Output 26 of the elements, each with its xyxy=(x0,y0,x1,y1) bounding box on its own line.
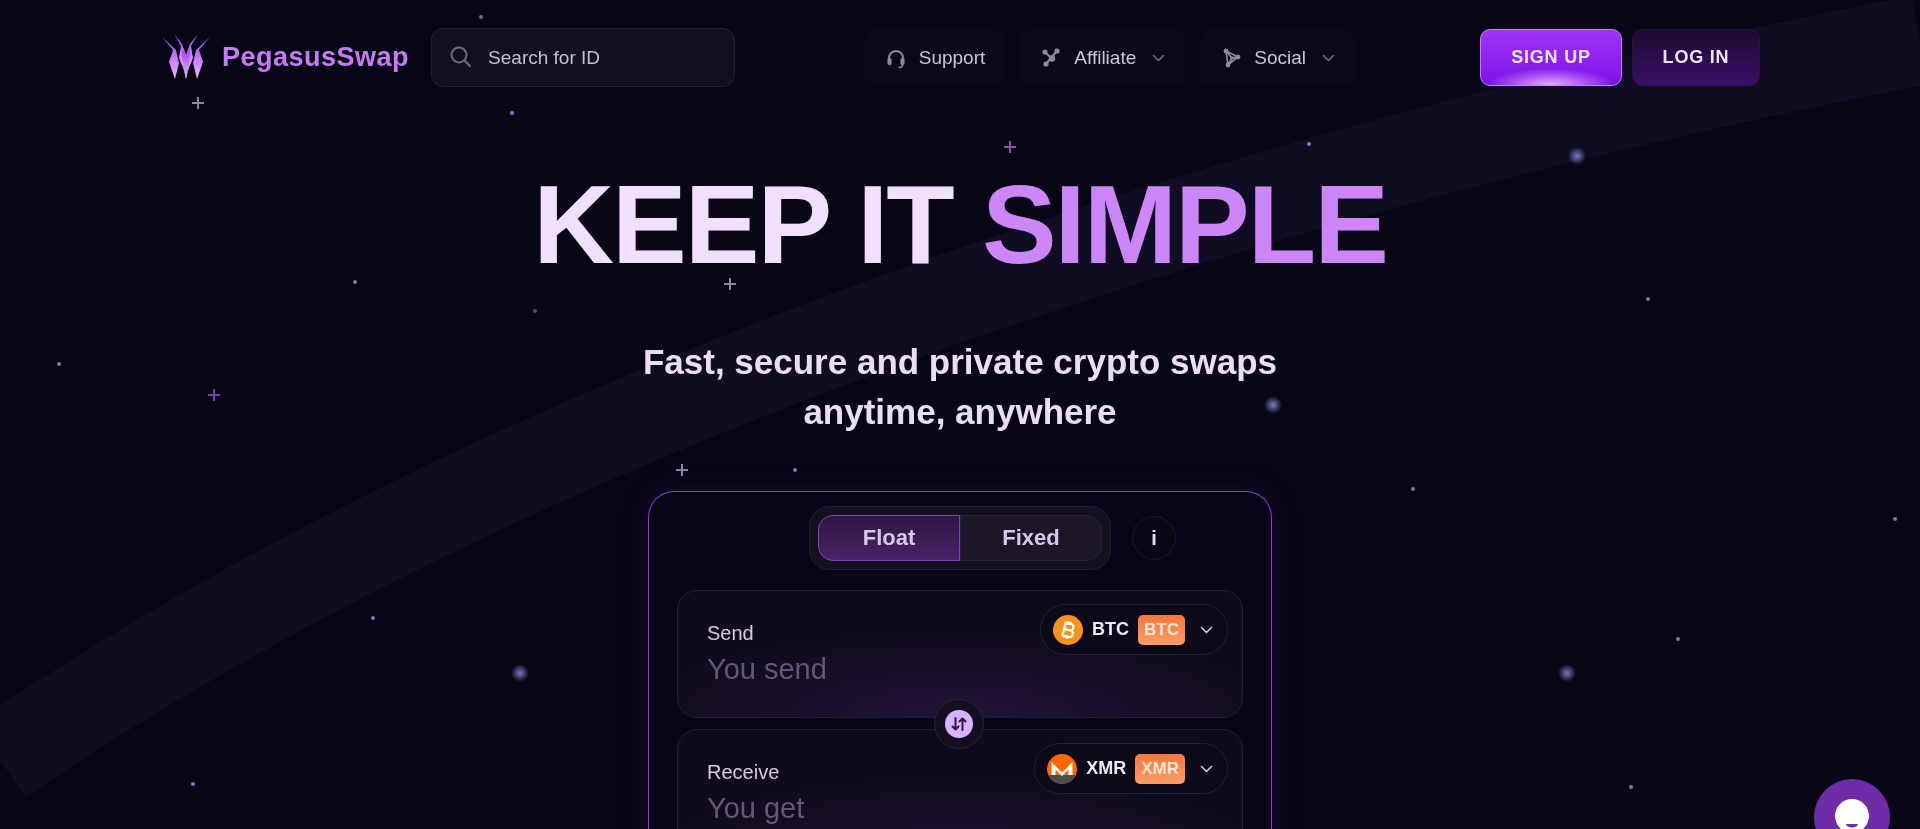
field-label: Send xyxy=(707,621,754,645)
hero-subtitle: Fast, secure and private crypto swaps anytime, anywhere xyxy=(641,341,1279,433)
hero-heading: KEEP IT SIMPLE xyxy=(533,169,1387,281)
sign-up-button[interactable]: SIGN UP xyxy=(1480,29,1622,86)
amount-field[interactable]: You get xyxy=(707,789,1027,827)
info-button[interactable]: i xyxy=(1132,516,1176,560)
field-label: Receive xyxy=(707,760,780,784)
swap-arrows-icon xyxy=(945,710,973,738)
nav-link[interactable]: Support xyxy=(864,29,1006,86)
rate-tab[interactable]: Fixed xyxy=(960,515,1102,561)
search-icon xyxy=(449,45,474,69)
log-in-button[interactable]: LOG IN xyxy=(1632,29,1760,86)
search-field[interactable]: Search for ID xyxy=(431,28,736,87)
amount-field[interactable]: You send xyxy=(707,650,1027,688)
bitcoin-icon xyxy=(1053,614,1084,645)
monero-icon xyxy=(1047,753,1078,784)
nav-link[interactable]: Social xyxy=(1200,29,1355,86)
rate-tab[interactable]: Float xyxy=(818,515,960,561)
ticker-badge: BTC xyxy=(1138,614,1185,645)
nav-link[interactable]: Affiliate xyxy=(1020,29,1186,86)
ticker-badge: XMR xyxy=(1135,753,1185,784)
smiley-icon xyxy=(1834,798,1870,829)
currency-selector[interactable]: XMR XMR xyxy=(1034,743,1228,794)
currency-selector[interactable]: BTC BTC xyxy=(1040,604,1228,655)
logo-text: PegasusSwap xyxy=(222,42,410,73)
network-icon xyxy=(1040,46,1063,69)
